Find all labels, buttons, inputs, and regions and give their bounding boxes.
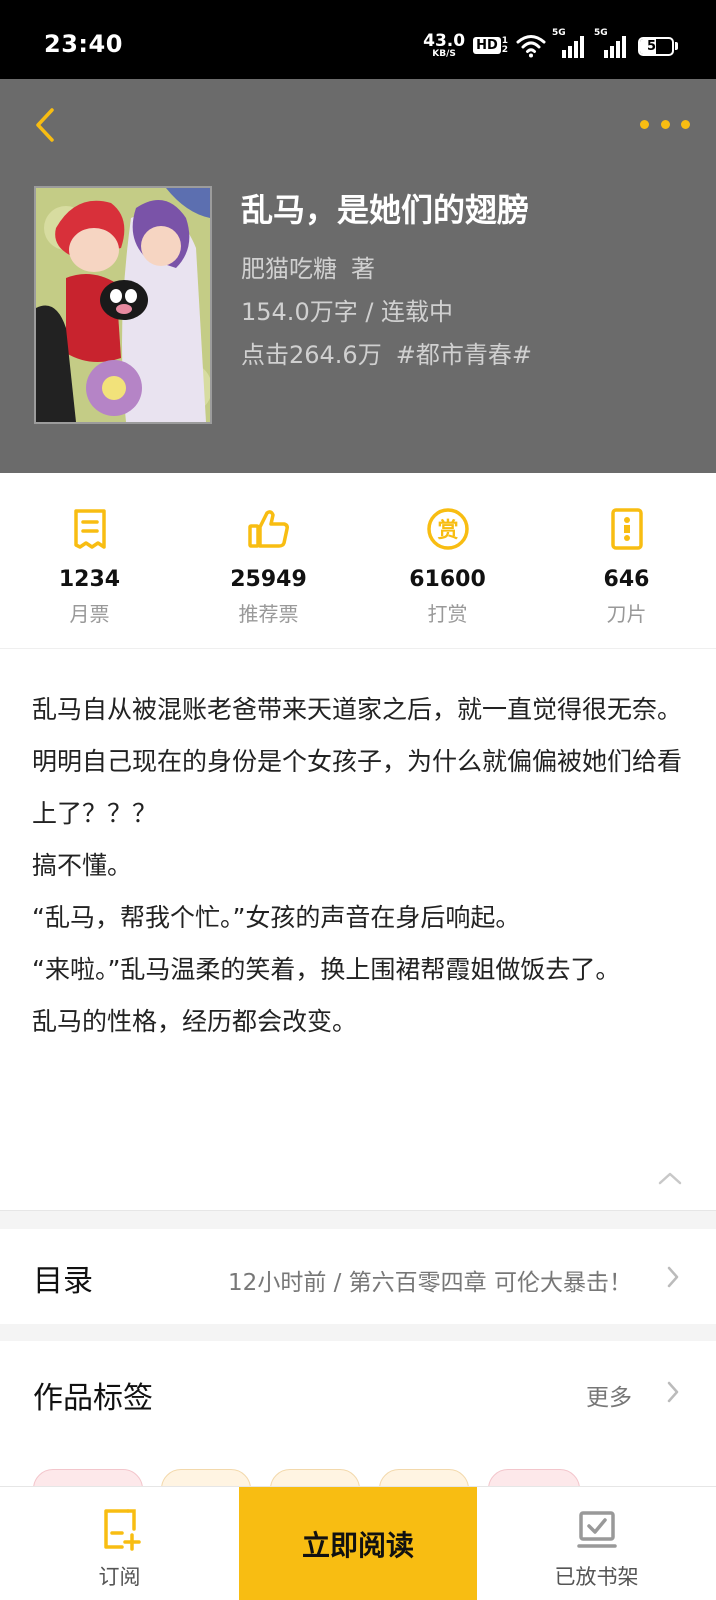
network-speed-unit: KB/S <box>432 49 456 59</box>
stat-value: 646 <box>603 567 650 592</box>
description-paragraph: 搞不懂。 <box>32 851 133 880</box>
collapse-chevron-icon[interactable] <box>655 1167 685 1189</box>
click-count: 点击264.6万 <box>241 341 382 369</box>
stats-row: 1234 月票 25949 推荐票 赏 61600 打赏 646 刀片 <box>0 473 716 649</box>
svg-text:赏: 赏 <box>437 518 458 542</box>
bottom-action-bar: 订阅 立即阅读 已放书架 <box>0 1486 716 1600</box>
tag-pill[interactable] <box>161 1469 251 1486</box>
stat-label: 推荐票 <box>238 602 299 626</box>
description-paragraph: 乱马自从被混账老爸带来天道家之后，就一直觉得很无奈。 <box>32 695 683 724</box>
blade-icon <box>610 508 643 550</box>
stat-label: 打赏 <box>427 602 468 626</box>
network-speed-value: 43.0 <box>423 31 466 51</box>
monthly-ticket-icon <box>73 509 106 549</box>
stat-recommend[interactable]: 25949 推荐票 <box>179 473 358 648</box>
cover-illustration <box>36 188 210 422</box>
battery-level: 51 <box>646 38 666 54</box>
chevron-right-icon <box>667 1266 679 1288</box>
author-name[interactable]: 肥猫吃糖 <box>241 255 337 283</box>
category-tag[interactable]: #都市青春# <box>396 341 532 369</box>
read-now-button[interactable]: 立即阅读 <box>239 1487 477 1600</box>
back-button[interactable] <box>30 105 60 145</box>
section-divider <box>0 1210 716 1229</box>
more-options-button[interactable] <box>640 109 690 139</box>
network-type-1: 5G <box>552 28 566 38</box>
latest-chapter: 12小时前 / 第六百零四章 可伦大暴击！ <box>228 1270 632 1296</box>
chevron-right-icon[interactable] <box>666 1380 680 1404</box>
tags-more-link[interactable]: 更多 <box>586 1378 632 1412</box>
stat-monthly-ticket[interactable]: 1234 月票 <box>0 473 179 648</box>
stat-label: 刀片 <box>606 602 647 626</box>
description-paragraph: 明明自己现在的身份是个女孩子，为什么就偏偏被她们给看上了？？？ <box>32 747 683 828</box>
section-divider <box>0 1324 716 1341</box>
stat-label: 月票 <box>69 602 110 626</box>
status-indicators: 43.0 KB/S HD 12 5G 5G 51 <box>423 28 678 63</box>
catalog-title: 目录 <box>33 1264 93 1299</box>
cell-signal-icon-2: 5G <box>594 28 630 58</box>
book-cover[interactable] <box>34 186 212 424</box>
book-description[interactable]: 乱马自从被混账老爸带来天道家之后，就一直觉得很无奈。 明明自己现在的身份是个女孩… <box>32 684 684 1048</box>
book-author-line: 肥猫吃糖著 <box>241 249 375 284</box>
back-arrow-icon <box>36 108 54 142</box>
book-detail-page: 23:40 43.0 KB/S HD 12 5G 5G 51 乱马，是她们的翅膀… <box>0 0 716 1600</box>
book-title: 乱马，是她们的翅膀 <box>241 191 530 229</box>
network-type-2: 5G <box>594 28 608 38</box>
bookshelf-check-icon <box>576 1511 617 1548</box>
description-paragraph: “来啦。”乱马温柔的笑着，换上围裙帮霞姐做饭去了。 <box>32 955 621 984</box>
reward-icon: 赏 <box>426 508 469 550</box>
book-clicks-line: 点击264.6万 #都市青春# <box>241 335 532 370</box>
book-header: 乱马，是她们的翅膀 肥猫吃糖著 154.0万字 / 连载中 点击264.6万 #都… <box>0 79 716 473</box>
tag-pill[interactable] <box>270 1469 360 1486</box>
description-paragraph: 乱马的性格，经历都会改变。 <box>32 1007 358 1036</box>
status-bar: 23:40 43.0 KB/S HD 12 5G 5G 51 <box>0 0 716 79</box>
thumbs-up-icon <box>247 510 289 548</box>
wifi-icon <box>516 35 546 58</box>
status-time: 23:40 <box>44 30 123 58</box>
stat-value: 61600 <box>409 567 486 592</box>
tag-pill[interactable] <box>488 1469 580 1486</box>
stat-value: 1234 <box>58 567 121 592</box>
stat-blade[interactable]: 646 刀片 <box>537 473 716 648</box>
more-dots-icon <box>640 119 649 129</box>
stat-reward[interactable]: 赏 61600 打赏 <box>358 473 537 648</box>
stat-value: 25949 <box>230 567 307 592</box>
battery-icon: 51 <box>638 36 678 56</box>
description-paragraph: “乱马，帮我个忙。”女孩的声音在身后响起。 <box>32 903 521 932</box>
subscribe-label: 订阅 <box>98 1565 141 1589</box>
bookshelf-button[interactable]: 已放书架 <box>477 1487 716 1600</box>
subscribe-button[interactable]: 订阅 <box>0 1487 239 1600</box>
hd-voice-icon: HD 12 <box>473 37 508 55</box>
tags-title: 作品标签 <box>33 1381 153 1416</box>
hd-label: HD <box>473 37 501 54</box>
network-speed: 43.0 KB/S <box>423 33 465 59</box>
word-count-status: 154.0万字 / 连载中 <box>241 298 454 326</box>
cell-signal-icon-1: 5G <box>552 28 588 58</box>
tags-section: 作品标签 更多 <box>0 1341 716 1486</box>
subscribe-icon <box>103 1509 141 1551</box>
tag-pill[interactable] <box>379 1469 469 1486</box>
tag-pill[interactable] <box>33 1469 143 1486</box>
author-suffix: 著 <box>351 255 375 283</box>
catalog-row[interactable]: 目录 12小时前 / 第六百零四章 可伦大暴击！ <box>0 1229 716 1324</box>
bookshelf-label: 已放书架 <box>554 1565 639 1589</box>
